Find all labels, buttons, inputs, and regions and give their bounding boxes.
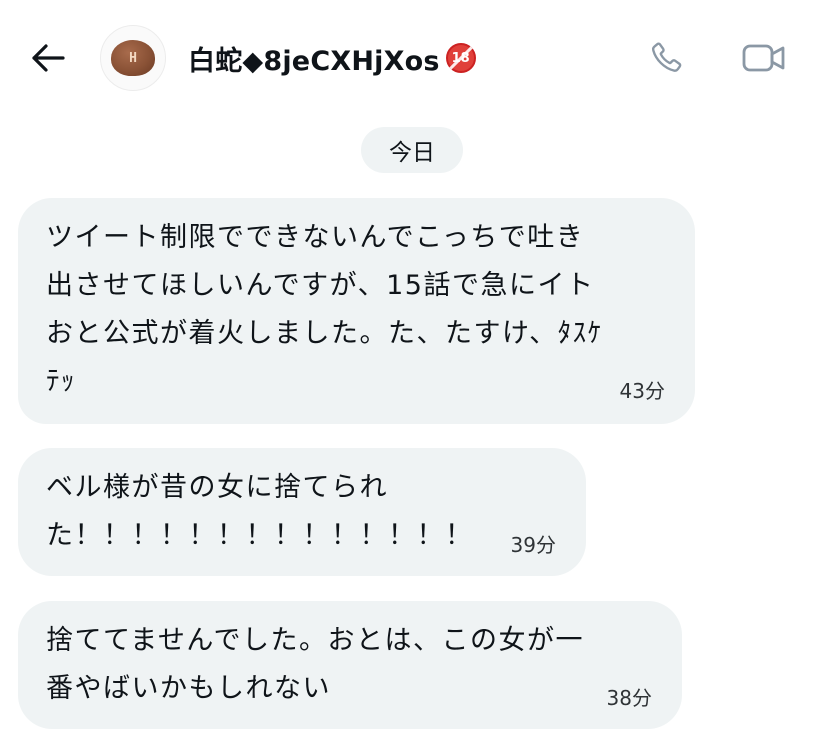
avatar-image: H	[111, 40, 155, 76]
message-bubble[interactable]: ベル様が昔の女に捨てられ た！！！！！！！！！！！！！！ 39分	[18, 448, 586, 576]
date-separator-label: 今日	[389, 140, 435, 166]
date-separator: 今日	[361, 127, 463, 173]
conversation-title: 白蛇◆8jeCXHjXos	[188, 45, 440, 77]
phone-icon	[651, 42, 682, 72]
avatar[interactable]: H	[100, 25, 166, 91]
message-timestamp: 38分	[606, 686, 652, 710]
conversation-title-row[interactable]: 白蛇◆8jeCXHjXos 18	[188, 38, 476, 78]
message-bubble[interactable]: 捨ててませんでした。おとは、この女が一 番やばいかもしれない 38分	[18, 601, 682, 729]
message-text: 捨ててませんでした。おとは、この女が一 番やばいかもしれない	[46, 625, 584, 704]
age-restriction-badge: 18	[445, 43, 476, 73]
video-camera-icon	[742, 44, 785, 72]
message-text: ツイート制限でできないんでこっちで吐き 出させてほしいんですが、15話で急にイト…	[46, 222, 603, 397]
avatar-label: H	[129, 50, 137, 66]
message-bubble[interactable]: ツイート制限でできないんでこっちで吐き 出させてほしいんですが、15話で急にイト…	[18, 198, 695, 424]
message-text: ベル様が昔の女に捨てられ た！！！！！！！！！！！！！！	[46, 472, 474, 551]
message-timestamp: 39分	[510, 533, 556, 557]
arrow-left-icon	[32, 44, 65, 72]
video-call-button[interactable]	[738, 38, 790, 78]
back-button[interactable]	[28, 38, 68, 78]
badge-label: 18	[451, 50, 470, 66]
chat-header: H 白蛇◆8jeCXHjXos 18	[0, 0, 828, 115]
message-timestamp: 43分	[619, 379, 665, 403]
phone-call-button[interactable]	[646, 38, 686, 78]
